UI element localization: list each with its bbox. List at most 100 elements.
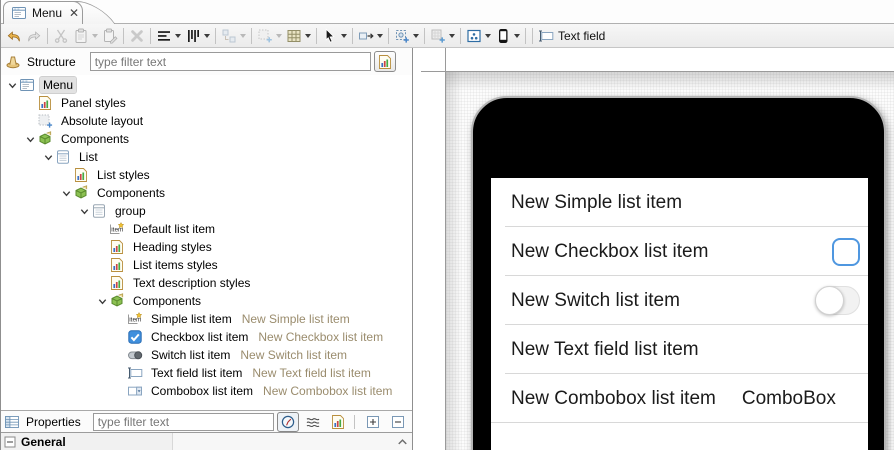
paste-button [71, 25, 100, 47]
svg-text:item: item [111, 227, 123, 234]
app-window: Menu ✕ Text field Structure MenuPanel st… [0, 0, 894, 450]
v-align-button[interactable] [183, 25, 212, 47]
cursor-button[interactable] [320, 25, 349, 47]
tab-menu[interactable]: Menu ✕ [3, 1, 83, 24]
tree-item-components[interactable]: Components [1, 130, 412, 148]
tree-item-simple-list-item[interactable]: itemSimple list itemNew Simple list item [1, 310, 412, 328]
expand-all-button[interactable] [362, 412, 384, 432]
layout-grid-add-button [255, 25, 284, 47]
device-list-item[interactable]: New Simple list item [491, 178, 868, 227]
tree-item-components[interactable]: Components [1, 292, 412, 310]
chart-icon [37, 95, 53, 111]
device-list-item[interactable]: New Checkbox list item [491, 227, 868, 276]
marquee-add-button[interactable] [392, 25, 421, 47]
dropdown-arrow-icon[interactable] [204, 34, 210, 38]
svg-text:item: item [129, 317, 141, 324]
editor-tab-bar: Menu ✕ [1, 0, 894, 24]
tree-item-list[interactable]: List [1, 148, 412, 166]
device-frame: New Simple list itemNew Checkbox list it… [471, 96, 886, 450]
tree-item-combobox-list-item[interactable]: Combobox list itemNew Combobox list item [1, 382, 412, 400]
tree-item-components[interactable]: Components [1, 184, 412, 202]
toolbar-separator [47, 28, 48, 44]
properties-filter-input[interactable] [93, 413, 275, 431]
h-align-button[interactable] [154, 25, 183, 47]
device-list-item[interactable]: New Combobox list itemComboBox [491, 374, 868, 423]
tree-item-heading-styles[interactable]: Heading styles [1, 238, 412, 256]
device-list-item[interactable]: New Text field list item [491, 325, 868, 374]
tree-item-switch-list-item[interactable]: Switch list itemNew Switch list item [1, 346, 412, 364]
tree-item-default-list-item[interactable]: itemDefault list item [1, 220, 412, 238]
properties-icon [4, 414, 20, 430]
structure-panel: Structure MenuPanel stylesAbsolute layou… [1, 48, 413, 450]
table-grid-icon [286, 28, 302, 44]
tree-item-secondary-label: New Text field list item [252, 366, 370, 380]
device-switch[interactable] [815, 286, 860, 315]
structure-filter-input[interactable] [90, 52, 371, 71]
show-events-button[interactable] [302, 412, 324, 432]
scroll-up-icon[interactable] [395, 434, 410, 449]
dropdown-arrow-icon[interactable] [377, 34, 383, 38]
expand-arrow-icon[interactable] [23, 132, 37, 146]
collapse-section-icon[interactable] [4, 436, 16, 448]
redo-button [24, 25, 44, 47]
expand-arrow-icon[interactable] [59, 186, 73, 200]
collapse-all-button[interactable] [387, 412, 409, 432]
dropdown-arrow-icon[interactable] [449, 34, 455, 38]
properties-general-section[interactable]: General [1, 432, 412, 450]
tree-item-menu[interactable]: Menu [1, 76, 412, 94]
tree-item-text-field-list-item[interactable]: Text field list item New Text field list … [1, 364, 412, 382]
dropdown-arrow-icon[interactable] [92, 34, 98, 38]
collapse-all-icon [390, 414, 406, 430]
undo-button[interactable] [4, 25, 24, 47]
dropdown-arrow-icon[interactable] [413, 34, 419, 38]
device-button[interactable] [493, 25, 522, 47]
panel-dots-button[interactable] [464, 25, 493, 47]
compass-icon [280, 414, 296, 430]
menu-editor-icon [11, 5, 27, 21]
chart-icon [109, 257, 125, 273]
device-list-item[interactable]: New Switch list item [491, 276, 868, 325]
dropdown-arrow-icon[interactable] [305, 34, 311, 38]
chart-icon [377, 54, 393, 70]
layout-flow-button [219, 25, 248, 47]
table-grid-button[interactable] [284, 25, 313, 47]
dropdown-arrow-icon[interactable] [514, 34, 520, 38]
panel-dots-icon [466, 28, 482, 44]
dropdown-arrow-icon[interactable] [485, 34, 491, 38]
chart-icon [109, 239, 125, 255]
tree-item-text-description-styles[interactable]: Text description styles [1, 274, 412, 292]
tree-item-group[interactable]: group [1, 202, 412, 220]
expand-arrow-icon[interactable] [41, 150, 55, 164]
text-field-button[interactable]: Text field [536, 25, 607, 47]
close-icon[interactable]: ✕ [69, 6, 79, 20]
tree-item-panel-styles[interactable]: Panel styles [1, 94, 412, 112]
paste-icon [73, 28, 89, 44]
expand-arrow-icon[interactable] [5, 78, 19, 92]
tree-item-checkbox-list-item[interactable]: Checkbox list itemNew Checkbox list item [1, 328, 412, 346]
tree-item-list-styles[interactable]: List styles [1, 166, 412, 184]
tree-item-absolute-layout[interactable]: Absolute layout [1, 112, 412, 130]
dropdown-arrow-icon[interactable] [276, 34, 282, 38]
toolbar-separator [424, 28, 425, 44]
dropdown-arrow-icon[interactable] [175, 34, 181, 38]
device-combobox-value[interactable]: ComboBox [742, 388, 836, 410]
device-screen[interactable]: New Simple list itemNew Checkbox list it… [491, 178, 868, 450]
grid-add-button[interactable] [428, 25, 457, 47]
device-checkbox[interactable] [832, 238, 860, 266]
tree-item-label: Menu [40, 77, 76, 93]
dropdown-arrow-icon[interactable] [341, 34, 347, 38]
resize-button[interactable] [356, 25, 385, 47]
show-advanced-properties-button[interactable] [277, 412, 299, 432]
expand-arrow-icon[interactable] [77, 204, 91, 218]
device-list-item-label: New Text field list item [511, 339, 699, 361]
tree-item-label: Panel styles [58, 95, 129, 111]
tree-item-label: Checkbox list item [148, 329, 251, 345]
design-canvas[interactable]: New Simple list itemNew Checkbox list it… [446, 72, 894, 450]
structure-chart-button[interactable] [374, 51, 396, 72]
dropdown-arrow-icon[interactable] [240, 34, 246, 38]
expand-arrow-icon[interactable] [95, 294, 109, 308]
properties-chart-button[interactable] [327, 412, 349, 432]
tree-item-list-items-styles[interactable]: List items styles [1, 256, 412, 274]
tree-item-label: Text field list item [148, 365, 245, 381]
toolbar-separator [215, 28, 216, 44]
